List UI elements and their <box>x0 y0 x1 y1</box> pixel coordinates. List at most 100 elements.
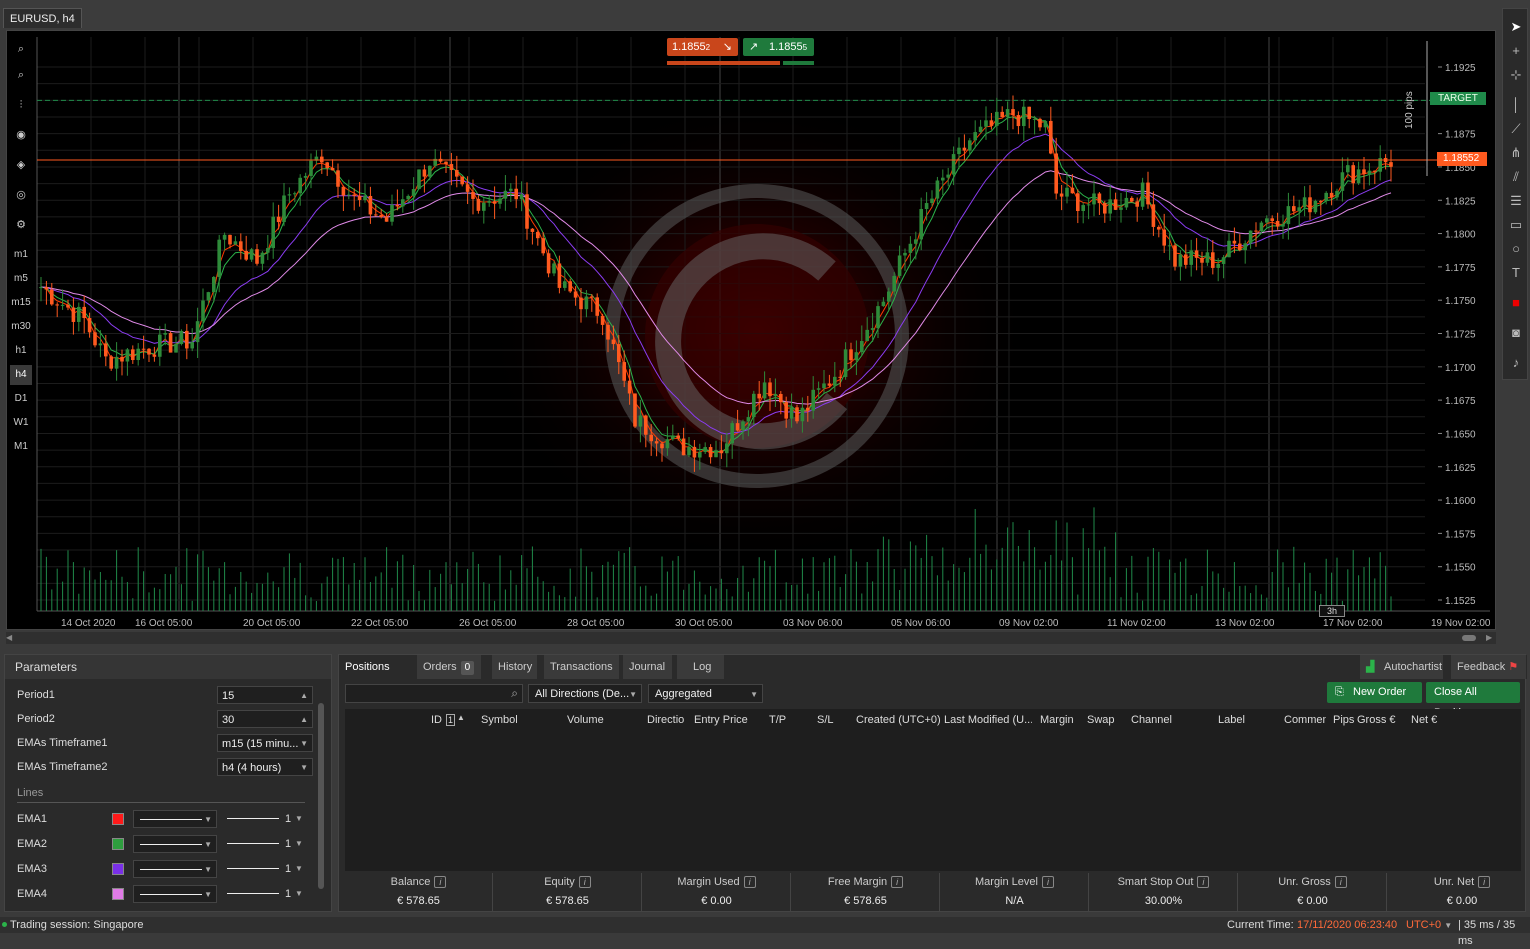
tab-log[interactable]: Log <box>677 655 725 679</box>
timeframe1-select[interactable]: m15 (15 minu... ▼ <box>217 734 313 752</box>
column-header-last-modified[interactable]: Last Modified (U... <box>944 709 1032 731</box>
ema3-color-swatch[interactable] <box>112 863 124 875</box>
ema1-width-select[interactable]: 1 ▼ <box>227 810 307 828</box>
column-header-swap[interactable]: Swap <box>1087 709 1123 731</box>
column-header-created[interactable]: Created (UTC+0) <box>856 709 944 731</box>
chart-settings-icon[interactable]: ⚙ <box>10 215 32 235</box>
tab-journal[interactable]: Journal <box>623 655 673 679</box>
social-icon[interactable]: ◉ <box>10 125 32 145</box>
column-header-sl[interactable]: S/L <box>817 709 847 731</box>
column-header-direction[interactable]: Directio <box>647 709 689 731</box>
timeframe-d1[interactable]: D1 <box>10 389 32 409</box>
period1-input[interactable]: 15 ▲ <box>217 686 313 704</box>
ema1-color-swatch[interactable] <box>112 813 124 825</box>
layers-icon[interactable]: ◈ <box>10 155 32 175</box>
info-icon[interactable]: i <box>578 876 591 889</box>
candle-body <box>681 438 686 456</box>
line-label: EMA2 <box>17 838 47 850</box>
ema2-style-select[interactable]: ▼ <box>133 835 217 853</box>
ellipse-icon[interactable]: ○ <box>1505 239 1527 259</box>
timeframe-m30[interactable]: m30 <box>10 317 32 337</box>
positions-search-input[interactable]: ⌕ <box>345 684 523 703</box>
price-chart[interactable]: 1.19251.18751.18501.18251.18001.17751.17… <box>7 31 1496 630</box>
camera-icon[interactable]: ◙ <box>1505 323 1527 343</box>
scroll-right-icon[interactable]: ▶ <box>1486 632 1492 644</box>
sell-button[interactable]: 1.18552 ↘ <box>667 38 738 56</box>
alert-bell-icon[interactable]: ♪ <box>1505 353 1527 373</box>
info-icon[interactable]: i <box>1041 876 1054 889</box>
color-picker-icon[interactable]: ■ <box>1505 293 1527 313</box>
parameters-scrollbar[interactable] <box>317 685 325 905</box>
autochartist-button[interactable]: ▟ Autochartist <box>1360 655 1444 679</box>
rectangle-icon[interactable]: ▭ <box>1505 215 1527 235</box>
column-header-tp[interactable]: T/P <box>769 709 799 731</box>
trend-line-icon[interactable]: ⟋ <box>1505 119 1527 139</box>
info-icon[interactable]: i <box>1334 876 1347 889</box>
chart-type-icon[interactable]: ⫶ <box>10 95 32 115</box>
timeframe-h1[interactable]: h1 <box>10 341 32 361</box>
column-header-pips[interactable]: Pips <box>1333 709 1355 731</box>
column-header-gross[interactable]: Gross € <box>1357 709 1399 731</box>
direction-filter-select[interactable]: All Directions (De... ▼ <box>528 684 642 703</box>
info-icon[interactable]: i <box>434 876 447 889</box>
scroll-thumb[interactable] <box>318 703 324 889</box>
timeframe-m5[interactable]: m5 <box>10 269 32 289</box>
close-all-positions-button[interactable]: Close All Positions <box>1426 682 1520 719</box>
timeframe2-select[interactable]: h4 (4 hours) ▼ <box>217 758 313 776</box>
column-header-volume[interactable]: Volume <box>567 709 627 731</box>
timezone-select[interactable]: UTC+0 ▼ <box>1406 917 1452 934</box>
stepper-icon[interactable]: ▲ <box>300 711 308 727</box>
pitchfork-icon[interactable]: ⋔ <box>1505 143 1527 163</box>
stepper-icon[interactable]: ▲ <box>300 687 308 703</box>
timeframe-h4[interactable]: h4 <box>10 365 32 385</box>
tab-orders[interactable]: Orders 0 <box>417 655 482 679</box>
ema3-style-select[interactable]: ▼ <box>133 860 217 878</box>
scroll-left-icon[interactable]: ◀ <box>6 632 12 644</box>
ema2-width-select[interactable]: 1 ▼ <box>227 835 307 853</box>
ema4-width-select[interactable]: 1 ▼ <box>227 885 307 903</box>
scroll-thumb[interactable] <box>1462 635 1476 641</box>
column-header-comment[interactable]: Commen <box>1284 709 1326 731</box>
channel-icon[interactable]: ⫽ <box>1505 167 1527 187</box>
info-icon[interactable]: i <box>743 876 756 889</box>
chart-area[interactable]: 1.1925 1.1875 1.1850 1.1825 1.1800 1.1775 1.17… <box>6 30 1496 630</box>
vertical-line-icon[interactable]: │ <box>1505 95 1527 115</box>
column-header-label[interactable]: Label <box>1218 709 1258 731</box>
column-header-channel[interactable]: Channel <box>1131 709 1177 731</box>
info-icon[interactable]: i <box>1478 876 1491 889</box>
timeframe-mn1[interactable]: M1 <box>10 437 32 457</box>
measure-icon[interactable]: ⊹ <box>1505 65 1527 85</box>
tab-transactions[interactable]: Transactions <box>544 655 620 679</box>
tab-positions[interactable]: Positions0 <box>339 655 413 699</box>
ema4-style-select[interactable]: ▼ <box>133 885 217 903</box>
timeframe-w1[interactable]: W1 <box>10 413 32 433</box>
ema2-color-swatch[interactable] <box>112 838 124 850</box>
chart-horizontal-scrollbar[interactable]: ◀ ▶ <box>6 632 1496 644</box>
cursor-icon[interactable]: ➤ <box>1505 17 1527 37</box>
fibonacci-icon[interactable]: ☰ <box>1505 191 1527 211</box>
aggregation-select[interactable]: Aggregated ▼ <box>648 684 763 703</box>
buy-button[interactable]: ↗ 1.18555 <box>743 38 814 56</box>
new-order-button[interactable]: ⎘ New Order <box>1327 682 1422 703</box>
tab-history[interactable]: History <box>492 655 538 679</box>
column-header-symbol[interactable]: Symbol <box>481 709 529 731</box>
chart-tab-eurusd[interactable]: EURUSD, h4 <box>3 8 82 28</box>
period2-input[interactable]: 30 ▲ <box>217 710 313 728</box>
crosshair-icon[interactable]: + <box>1505 41 1527 61</box>
column-header-net[interactable]: Net € <box>1411 709 1447 731</box>
feedback-button[interactable]: Feedback ⚑ <box>1451 655 1527 679</box>
ema1-style-select[interactable]: ▼ <box>133 810 217 828</box>
timeframe-m1[interactable]: m1 <box>10 245 32 265</box>
zoom-out-icon[interactable]: ⌕ <box>10 65 32 85</box>
column-header-margin[interactable]: Margin <box>1040 709 1080 731</box>
text-icon[interactable]: T <box>1505 263 1527 283</box>
timeframe-m15[interactable]: m15 <box>10 293 32 313</box>
info-icon[interactable]: i <box>1197 876 1210 889</box>
buy-price-pipette: 5 <box>802 43 808 52</box>
eye-icon[interactable]: ◎ <box>10 185 32 205</box>
ema3-width-select[interactable]: 1 ▼ <box>227 860 307 878</box>
info-icon[interactable]: i <box>891 876 904 889</box>
zoom-in-icon[interactable]: ⌕ <box>10 39 32 59</box>
column-header-entry-price[interactable]: Entry Price <box>694 709 756 731</box>
ema4-color-swatch[interactable] <box>112 888 124 900</box>
